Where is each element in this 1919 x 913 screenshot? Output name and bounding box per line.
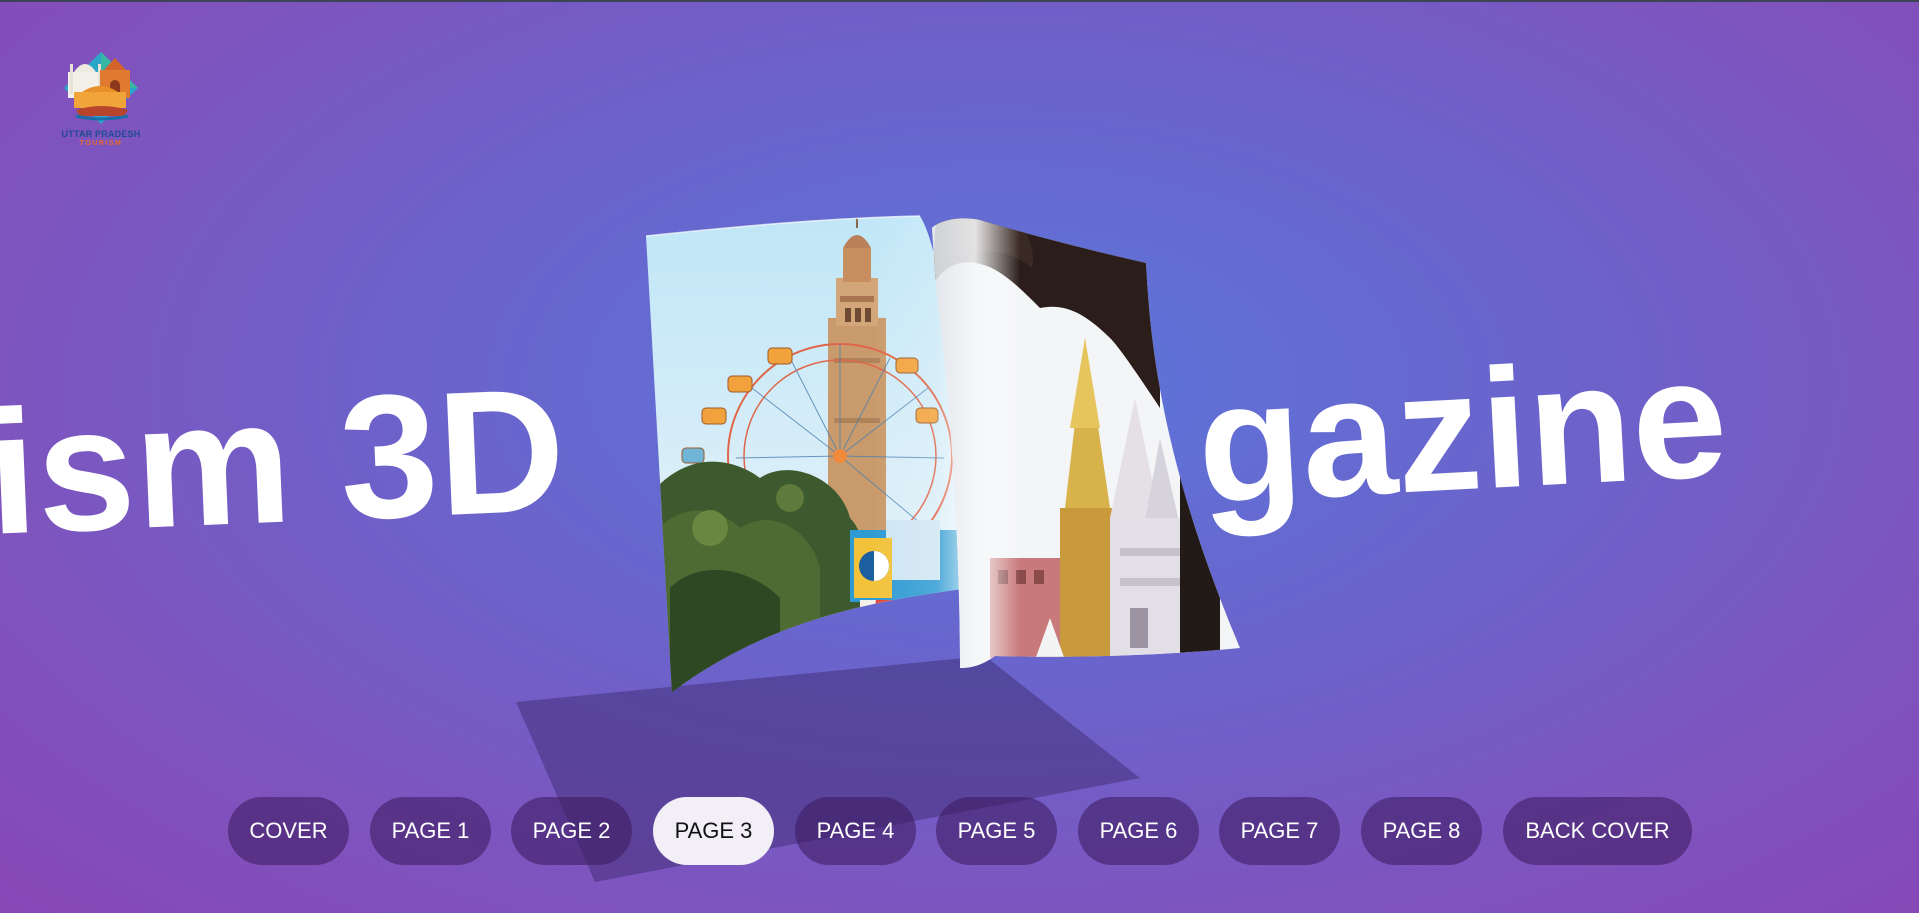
nav-page-1-button[interactable]: PAGE 1 [370,797,491,865]
page-navigation: COVER PAGE 1 PAGE 2 PAGE 3 PAGE 4 PAGE 5… [0,797,1919,865]
nav-back-cover-button[interactable]: BACK COVER [1503,797,1692,865]
magazine-book[interactable] [640,208,1250,698]
window-top-border [0,0,1919,2]
nav-page-8-button[interactable]: PAGE 8 [1361,797,1482,865]
right-page [932,218,1240,668]
logo-subtitle: TOURISM [79,140,123,147]
uttar-pradesh-tourism-logo[interactable]: UTTAR PRADESH TOURISM [56,50,146,150]
logo-emblem-icon [64,52,138,124]
nav-page-5-button[interactable]: PAGE 5 [936,797,1057,865]
nav-page-3-button[interactable]: PAGE 3 [653,797,774,865]
logo-title: UTTAR PRADESH [61,129,141,139]
headline-text-right: gazine [1193,322,1732,540]
left-page [646,216,970,692]
nav-page-2-button[interactable]: PAGE 2 [511,797,632,865]
nav-page-7-button[interactable]: PAGE 7 [1219,797,1340,865]
headline-text-left: ism 3D [0,357,569,562]
nav-cover-button[interactable]: COVER [228,797,349,865]
nav-page-4-button[interactable]: PAGE 4 [795,797,916,865]
nav-page-6-button[interactable]: PAGE 6 [1078,797,1199,865]
